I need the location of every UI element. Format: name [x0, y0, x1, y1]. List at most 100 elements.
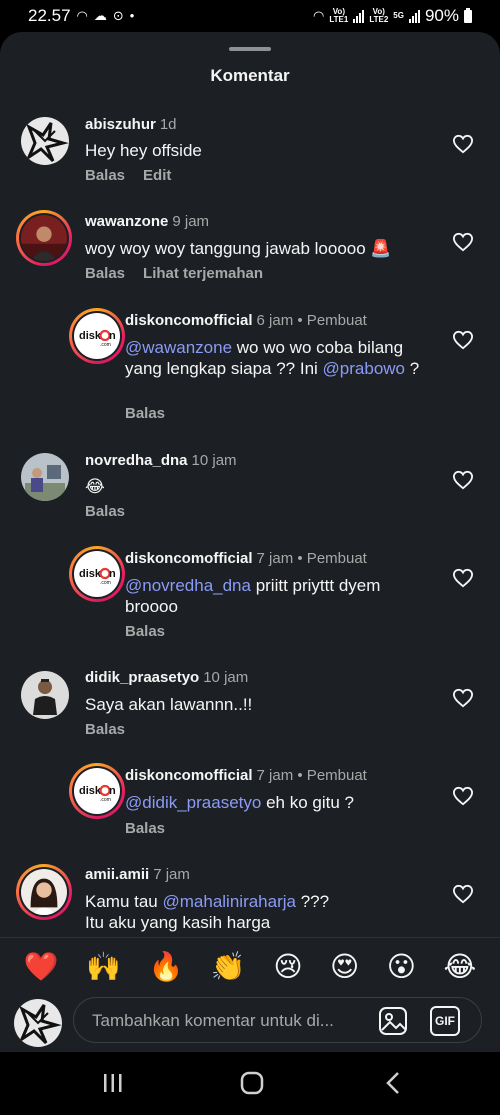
comment-time: 9 jam: [172, 213, 210, 230]
drag-handle[interactable]: [229, 47, 271, 51]
reaction-heart-eyes[interactable]: 😍: [330, 951, 359, 983]
comment-text: Kamu tau @mahaliniraharja ??? Itu aku yan…: [85, 892, 330, 932]
comment-text: @novredha_dna priitt priyttt dyem broooo: [125, 576, 381, 616]
comment-composer: GIF: [0, 995, 500, 1052]
comment-text: Hey hey offside: [85, 141, 202, 160]
diskon-logo-avatar: disk n .com: [74, 768, 120, 814]
avatar[interactable]: [21, 117, 69, 165]
image-icon[interactable]: [378, 1006, 408, 1036]
like-heart-icon[interactable]: [452, 330, 474, 350]
reply-button[interactable]: Balas: [85, 265, 125, 282]
story-ring[interactable]: [16, 864, 72, 920]
dot-icon: •: [129, 8, 135, 23]
comment-time: 10 jam: [203, 669, 249, 686]
comment-username[interactable]: diskoncomofficial: [125, 767, 253, 784]
comment-text: @didik_praasetyo eh ko gitu ?: [125, 793, 354, 812]
reaction-laughing[interactable]: 😂: [443, 951, 476, 983]
svg-text:disk: disk: [79, 330, 102, 342]
svg-text:.com: .com: [100, 797, 111, 803]
reply-button[interactable]: Balas: [85, 503, 125, 520]
avatar[interactable]: [21, 671, 69, 719]
reaction-raised-hands[interactable]: 🙌: [86, 951, 121, 983]
svg-text:.com: .com: [100, 580, 111, 586]
status-bar: 22.57 ◠ ☁ ⊙ • ◠ Vo) LTE1 Vo) LTE2 5G 90%: [0, 0, 500, 32]
volte-lte1-icon: Vo) LTE1: [329, 7, 349, 24]
like-heart-icon[interactable]: [452, 568, 474, 588]
gif-button[interactable]: GIF: [430, 1006, 460, 1036]
signal2-icon: [408, 9, 420, 23]
comment-text: woy woy woy tanggung jawab looooo 🚨: [85, 239, 392, 258]
svg-text:n: n: [109, 785, 116, 797]
home-icon[interactable]: [237, 1070, 267, 1096]
avatar: [21, 215, 67, 261]
comment-username[interactable]: wawanzone: [85, 213, 168, 230]
own-avatar: [14, 999, 62, 1047]
avatar: [21, 869, 67, 915]
sheet-title: Komentar: [210, 66, 290, 85]
story-ring[interactable]: [16, 210, 72, 266]
reaction-clap[interactable]: 👏: [211, 951, 246, 983]
battery-level: 90%: [424, 6, 459, 25]
clock: 22.57: [28, 6, 71, 25]
back-icon[interactable]: [378, 1070, 408, 1096]
reply-button[interactable]: Balas: [85, 167, 125, 184]
like-heart-icon[interactable]: [452, 884, 474, 904]
story-ring[interactable]: disk n .com: [69, 763, 125, 819]
comment-username[interactable]: amii.amii: [85, 866, 149, 883]
comment-input[interactable]: [92, 1009, 362, 1033]
comment-text: @wawanzone wo wo wo coba bilang yang len…: [125, 338, 420, 378]
mention-link[interactable]: @didik_praasetyo: [125, 793, 261, 812]
comment-username[interactable]: diskoncomofficial: [125, 550, 253, 567]
signal1-icon: [353, 9, 365, 23]
reaction-heart[interactable]: ❤️: [24, 951, 59, 983]
edit-button[interactable]: Edit: [143, 167, 171, 184]
reaction-fire[interactable]: 🔥: [149, 951, 184, 983]
mention-link[interactable]: @prabowo: [323, 359, 405, 378]
comment-username[interactable]: diskoncomofficial: [125, 312, 253, 329]
avatar[interactable]: [21, 453, 69, 501]
comment-time: 10 jam: [191, 452, 237, 469]
like-heart-icon[interactable]: [452, 470, 474, 490]
like-heart-icon[interactable]: [452, 134, 474, 154]
recent-apps-icon[interactable]: [98, 1070, 128, 1096]
svg-text:.com: .com: [100, 342, 111, 348]
wifi-call-icon: ◠: [76, 8, 88, 23]
svg-text:disk: disk: [79, 785, 102, 797]
mention-link[interactable]: @wawanzone: [125, 338, 232, 357]
comment-text: 😂: [85, 477, 105, 496]
network-5g-icon: 5G: [393, 11, 404, 20]
comment-username[interactable]: abiszuhur: [85, 116, 156, 133]
comment-time: 7 jam: [256, 550, 294, 567]
comment-time: 1d: [159, 116, 177, 133]
svg-text:n: n: [109, 330, 116, 342]
diskon-logo-avatar: disk n .com: [74, 313, 120, 359]
author-tag: • Pembuat: [297, 312, 367, 329]
like-heart-icon[interactable]: [452, 688, 474, 708]
like-heart-icon[interactable]: [452, 786, 474, 806]
reply-button[interactable]: Balas: [125, 820, 165, 837]
comment-time: 6 jam: [256, 312, 294, 329]
comment-text: Saya akan lawannn..!!: [85, 695, 253, 714]
author-tag: • Pembuat: [297, 767, 367, 784]
story-ring[interactable]: disk n .com: [69, 308, 125, 364]
reply-button[interactable]: Balas: [85, 721, 125, 738]
like-heart-icon[interactable]: [452, 232, 474, 252]
mention-link[interactable]: @mahaliniraharja: [163, 892, 297, 911]
play-icon: ⊙: [112, 8, 124, 23]
reply-button[interactable]: Balas: [125, 405, 165, 422]
quick-reactions-bar: ❤️ 🙌 🔥 👏 😢 😍 😮 😂: [0, 937, 500, 995]
reaction-sad[interactable]: 😢: [273, 951, 302, 983]
comments-sheet: Komentar abiszuhur 1d Hey hey offside Bal…: [0, 32, 500, 1052]
battery-icon: [464, 7, 472, 23]
comment-input-container: GIF: [73, 997, 482, 1043]
comment-time: 7 jam: [153, 866, 190, 883]
see-translation-button[interactable]: Lihat terjemahan: [143, 265, 263, 282]
volte-lte2-icon: Vo) LTE2: [369, 7, 389, 24]
comment-username[interactable]: novredha_dna: [85, 452, 188, 469]
svg-text:n: n: [109, 568, 116, 580]
reply-button[interactable]: Balas: [125, 623, 165, 640]
story-ring[interactable]: disk n .com: [69, 546, 125, 602]
reaction-surprised[interactable]: 😮: [387, 951, 416, 983]
mention-link[interactable]: @novredha_dna: [125, 576, 251, 595]
comment-username[interactable]: didik_praasetyo: [85, 669, 199, 686]
